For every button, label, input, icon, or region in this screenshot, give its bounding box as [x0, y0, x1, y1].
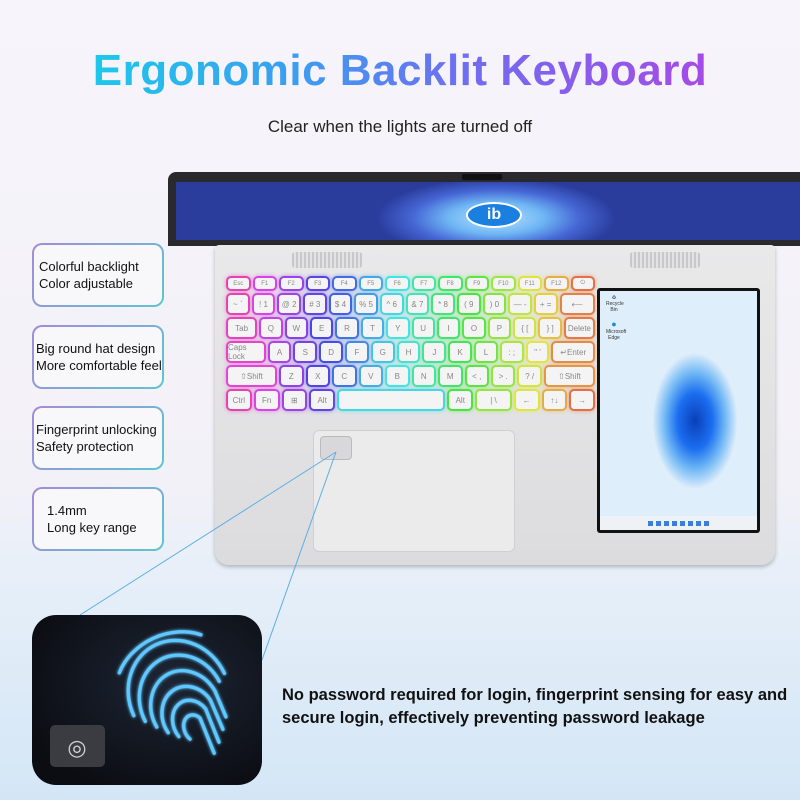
fingerprint-closeup: ◎	[32, 615, 262, 785]
feature-key-travel: 1.4mm Long key range	[32, 487, 164, 551]
fingerprint-icon: ◎	[50, 630, 228, 767]
fingerprint-description: No password required for login, fingerpr…	[282, 686, 788, 727]
feature-fingerprint: Fingerprint unlocking Safety protection	[32, 406, 164, 470]
svg-text:◎: ◎	[67, 735, 86, 760]
feature-keycap: Big round hat design More comfortable fee…	[32, 325, 164, 389]
feature-backlight: Colorful backlight Color adjustable	[32, 243, 164, 307]
